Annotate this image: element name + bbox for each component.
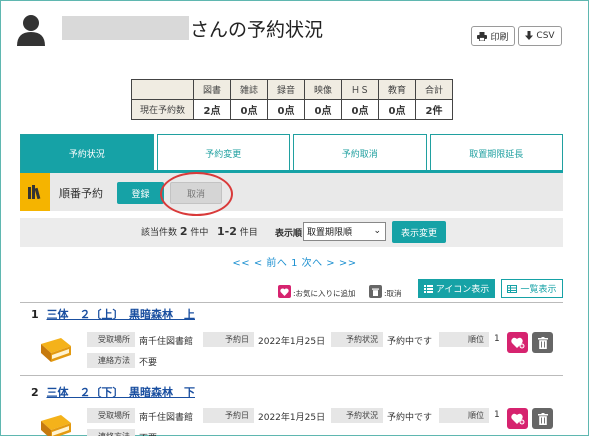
summary-value: 0点 bbox=[304, 99, 342, 120]
trash-legend-text: :取消 bbox=[384, 289, 402, 298]
tab-reservation-cancel[interactable]: 予約取消 bbox=[293, 134, 427, 171]
add-favorite-button[interactable] bbox=[507, 332, 528, 353]
rank-label: 順位 bbox=[439, 332, 489, 347]
pickup-place-label: 受取場所 bbox=[87, 332, 135, 347]
favorite-legend-text: :お気に入りに追加 bbox=[293, 289, 356, 298]
status-label: 予約状況 bbox=[331, 332, 383, 347]
summary-value: 0点 bbox=[378, 99, 416, 120]
summary-col-header: 雑誌 bbox=[230, 79, 268, 100]
icon-view-button[interactable]: アイコン表示 bbox=[418, 279, 495, 298]
heart-plus-icon bbox=[510, 337, 524, 348]
reserve-date-value: 2022年1月25日 bbox=[258, 337, 326, 347]
reserve-date-label: 予約日 bbox=[203, 332, 254, 347]
book-icon bbox=[41, 338, 71, 362]
contact-value: 不要 bbox=[139, 431, 157, 436]
tab-reservation-status[interactable]: 予約状況 bbox=[20, 134, 154, 171]
count-unit: 件中 bbox=[190, 228, 209, 238]
summary-value: 0点 bbox=[230, 99, 268, 120]
user-name-redacted bbox=[62, 16, 189, 40]
rank-value: 1 bbox=[494, 410, 500, 420]
reservation-summary-table: 図書 雑誌 録音 映像 ＨＳ 教育 合計 現在予約数 2点 0点 0点 0点 0… bbox=[131, 79, 453, 120]
summary-col-header: 図書 bbox=[193, 79, 231, 100]
summary-row-label: 現在予約数 bbox=[131, 99, 194, 120]
printer-icon bbox=[477, 31, 488, 41]
status-label: 予約状況 bbox=[331, 408, 383, 423]
contact-value: 不要 bbox=[139, 358, 158, 368]
sort-selected-value: 取置期限順 bbox=[307, 228, 353, 238]
summary-col-header: 教育 bbox=[378, 79, 416, 100]
reserve-date-label: 予約日 bbox=[203, 408, 254, 423]
summary-value: 2点 bbox=[193, 99, 231, 120]
item-number: 2 bbox=[31, 386, 39, 399]
list-view-button[interactable]: 一覧表示 bbox=[501, 279, 563, 298]
register-button[interactable]: 登録 bbox=[117, 182, 164, 204]
summary-value-row: 現在予約数 2点 0点 0点 0点 0点 0点 2件 bbox=[131, 99, 453, 120]
books-icon bbox=[20, 173, 50, 211]
favorite-legend-icon bbox=[278, 285, 291, 298]
apply-sort-button[interactable]: 表示変更 bbox=[392, 221, 446, 243]
rank-value: 1 bbox=[494, 334, 500, 344]
count-prefix: 該当件数 bbox=[141, 228, 178, 238]
sort-label: 表示順 bbox=[275, 229, 303, 239]
sort-select[interactable]: 取置期限順 ⌄ bbox=[303, 222, 386, 241]
summary-header-row: 図書 雑誌 録音 映像 ＨＳ 教育 合計 bbox=[131, 79, 453, 100]
list-item-title: 1 三体 ２〔上〕 黒暗森林 上 bbox=[31, 306, 195, 322]
print-label: 印刷 bbox=[490, 32, 509, 43]
item-number: 1 bbox=[31, 308, 39, 321]
summary-value: 0点 bbox=[341, 99, 379, 120]
range-unit: 件目 bbox=[239, 228, 258, 238]
pickup-place-label: 受取場所 bbox=[87, 408, 135, 423]
user-icon bbox=[17, 15, 45, 46]
cancel-reservation-button[interactable] bbox=[532, 408, 553, 429]
summary-col-header: 合計 bbox=[415, 79, 453, 100]
list-view-label: 一覧表示 bbox=[520, 285, 557, 295]
heart-plus-icon bbox=[510, 413, 524, 424]
tab-hold-extension[interactable]: 取置期限延長 bbox=[429, 134, 563, 171]
count-value: 2 bbox=[179, 225, 188, 238]
range-value: 1-2 bbox=[217, 225, 237, 238]
summary-col-header: 録音 bbox=[267, 79, 305, 100]
status-value: 予約中です bbox=[387, 337, 433, 347]
highlight-circle bbox=[160, 172, 233, 216]
pickup-place-value: 南千住図書館 bbox=[139, 413, 194, 423]
cancel-reservation-button[interactable] bbox=[532, 332, 553, 353]
summary-col-header: 映像 bbox=[304, 79, 342, 100]
download-icon bbox=[525, 31, 534, 40]
page-title: さんの予約状況 bbox=[190, 19, 324, 41]
tab-reservation-change[interactable]: 予約変更 bbox=[156, 134, 290, 171]
csv-label: CSV bbox=[536, 31, 555, 41]
order-reservation-label: 順番予約 bbox=[59, 187, 103, 200]
summary-value: 0点 bbox=[267, 99, 305, 120]
pickup-place-value: 南千住図書館 bbox=[139, 337, 194, 347]
list-icon bbox=[423, 284, 433, 293]
table-icon bbox=[507, 284, 518, 293]
summary-corner bbox=[131, 79, 194, 100]
trash-icon bbox=[537, 336, 548, 349]
contact-label: 連絡方法 bbox=[87, 429, 135, 436]
trash-icon bbox=[537, 412, 548, 425]
trash-legend-icon bbox=[369, 285, 382, 298]
contact-label: 連絡方法 bbox=[87, 353, 135, 368]
summary-value: 2件 bbox=[415, 99, 453, 120]
print-button[interactable]: 印刷 bbox=[471, 26, 515, 46]
pagination[interactable]: << < 前へ 1 次へ > >> bbox=[0, 254, 589, 269]
add-favorite-button[interactable] bbox=[507, 408, 528, 429]
divider bbox=[20, 375, 563, 376]
book-icon bbox=[41, 415, 71, 436]
item-title-link[interactable]: 三体 ２〔下〕 黒暗森林 下 bbox=[47, 386, 196, 399]
item-title-link[interactable]: 三体 ２〔上〕 黒暗森林 上 bbox=[47, 308, 196, 321]
reserve-date-value: 2022年1月25日 bbox=[258, 413, 326, 423]
status-value: 予約中です bbox=[387, 413, 433, 423]
csv-button[interactable]: CSV bbox=[518, 26, 562, 46]
chevron-down-icon: ⌄ bbox=[373, 226, 381, 236]
rank-label: 順位 bbox=[439, 408, 489, 423]
summary-col-header: ＨＳ bbox=[341, 79, 379, 100]
list-item-title: 2 三体 ２〔下〕 黒暗森林 下 bbox=[31, 384, 195, 400]
tab-bar: 予約状況 予約変更 予約取消 取置期限延長 bbox=[20, 134, 563, 171]
result-count: 該当件数 2 件中 1-2 件目 bbox=[141, 225, 258, 238]
divider bbox=[20, 302, 563, 303]
icon-view-label: アイコン表示 bbox=[435, 285, 490, 295]
